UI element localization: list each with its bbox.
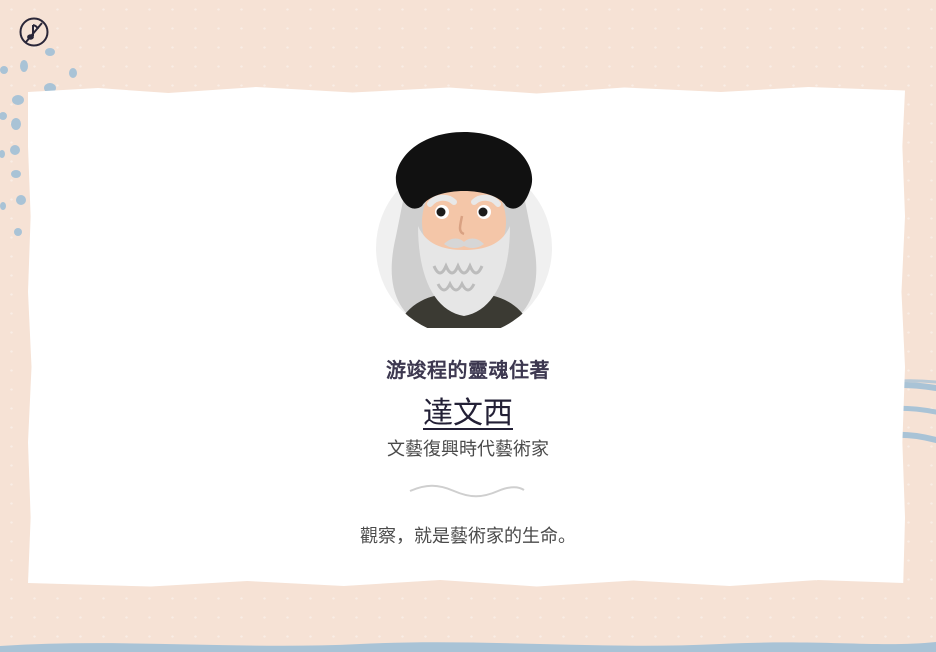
profile-role: 文藝復興時代藝術家 — [387, 439, 549, 460]
wavy-divider — [409, 484, 525, 498]
bearded-old-man-portrait-icon — [376, 132, 552, 328]
music-muted-icon[interactable] — [18, 16, 50, 48]
bottom-wave-decoration — [0, 642, 936, 652]
profile-name-link[interactable]: 達文西 — [0, 388, 936, 432]
profile-quote: 觀察，就是藝術家的生命。 — [360, 526, 576, 547]
profile-subtitle: 游竣程的靈魂住著 — [386, 358, 550, 382]
